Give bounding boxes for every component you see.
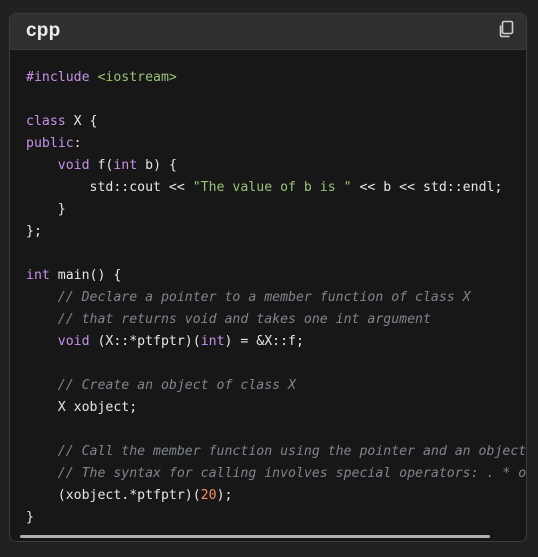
code-line: int main() { — [26, 265, 526, 287]
code-token: ) = &X::f; — [224, 334, 304, 349]
code-line: X xobject; — [26, 397, 526, 419]
code-token: std::cout << — [26, 180, 193, 195]
code-token: b) { — [137, 158, 177, 173]
code-line: (xobject.*ptfptr)(20); — [26, 485, 526, 507]
code-block: cpp #include <iostream> class X {public:… — [9, 13, 527, 542]
code-token: void — [57, 158, 90, 173]
code-line: }; — [26, 221, 526, 243]
code-token: (xobject.*ptfptr)( — [26, 488, 201, 503]
code-token: } — [26, 510, 34, 525]
code-token: << b << std::endl; — [351, 180, 503, 195]
code-token: ); — [216, 488, 233, 503]
code-line: // Call the member function using the po… — [26, 441, 527, 463]
code-token: // that returns void and takes one int a… — [57, 312, 431, 327]
code-token: #include — [26, 70, 98, 85]
code-token: // The syntax for calling involves speci… — [57, 466, 527, 481]
horizontal-scrollbar[interactable] — [20, 535, 490, 538]
code-token: (X::*ptfptr)( — [89, 334, 201, 349]
code-line: void (X::*ptfptr)(int) = &X::f; — [26, 331, 526, 353]
code-token: f( — [89, 158, 114, 173]
code-line: class X { — [26, 111, 526, 133]
code-token: // Declare a pointer to a member functio… — [57, 290, 471, 305]
code-line: void f(int b) { — [26, 155, 526, 177]
code-token: main() { — [49, 268, 122, 283]
code-token: "The value of b is " — [192, 180, 352, 195]
code-language-label: cpp — [26, 20, 61, 41]
code-token: // Create an object of class X — [57, 378, 296, 393]
code-line: public: — [26, 133, 526, 155]
code-token: 20 — [200, 488, 217, 503]
code-token: X { — [65, 114, 98, 129]
code-block-header: cpp — [10, 14, 526, 50]
code-token: int — [113, 158, 138, 173]
code-line: // The syntax for calling involves speci… — [26, 463, 527, 485]
code-token: } — [26, 202, 66, 217]
code-line: } — [26, 199, 526, 221]
code-line: // that returns void and takes one int a… — [26, 309, 526, 331]
copy-icon[interactable] — [496, 19, 516, 39]
code-line: #include <iostream> — [26, 67, 526, 89]
code-token: X xobject; — [26, 400, 138, 415]
code-token: void — [57, 334, 90, 349]
code-line: } — [26, 507, 526, 529]
code-line: // Declare a pointer to a member functio… — [26, 287, 526, 309]
code-token: : — [73, 136, 82, 151]
code-token: int — [200, 334, 225, 349]
code-token: int — [26, 268, 50, 283]
code-token: // Call the member function using the po… — [57, 444, 527, 459]
code-token: <iostream> — [97, 70, 177, 85]
code-token: class — [26, 114, 66, 129]
code-token: public — [26, 136, 74, 151]
code-line: // Create an object of class X — [26, 375, 526, 397]
code-line: std::cout << "The value of b is " << b <… — [26, 177, 526, 199]
code-token: }; — [26, 224, 42, 239]
code-content: #include <iostream> class X {public: voi… — [26, 67, 527, 529]
